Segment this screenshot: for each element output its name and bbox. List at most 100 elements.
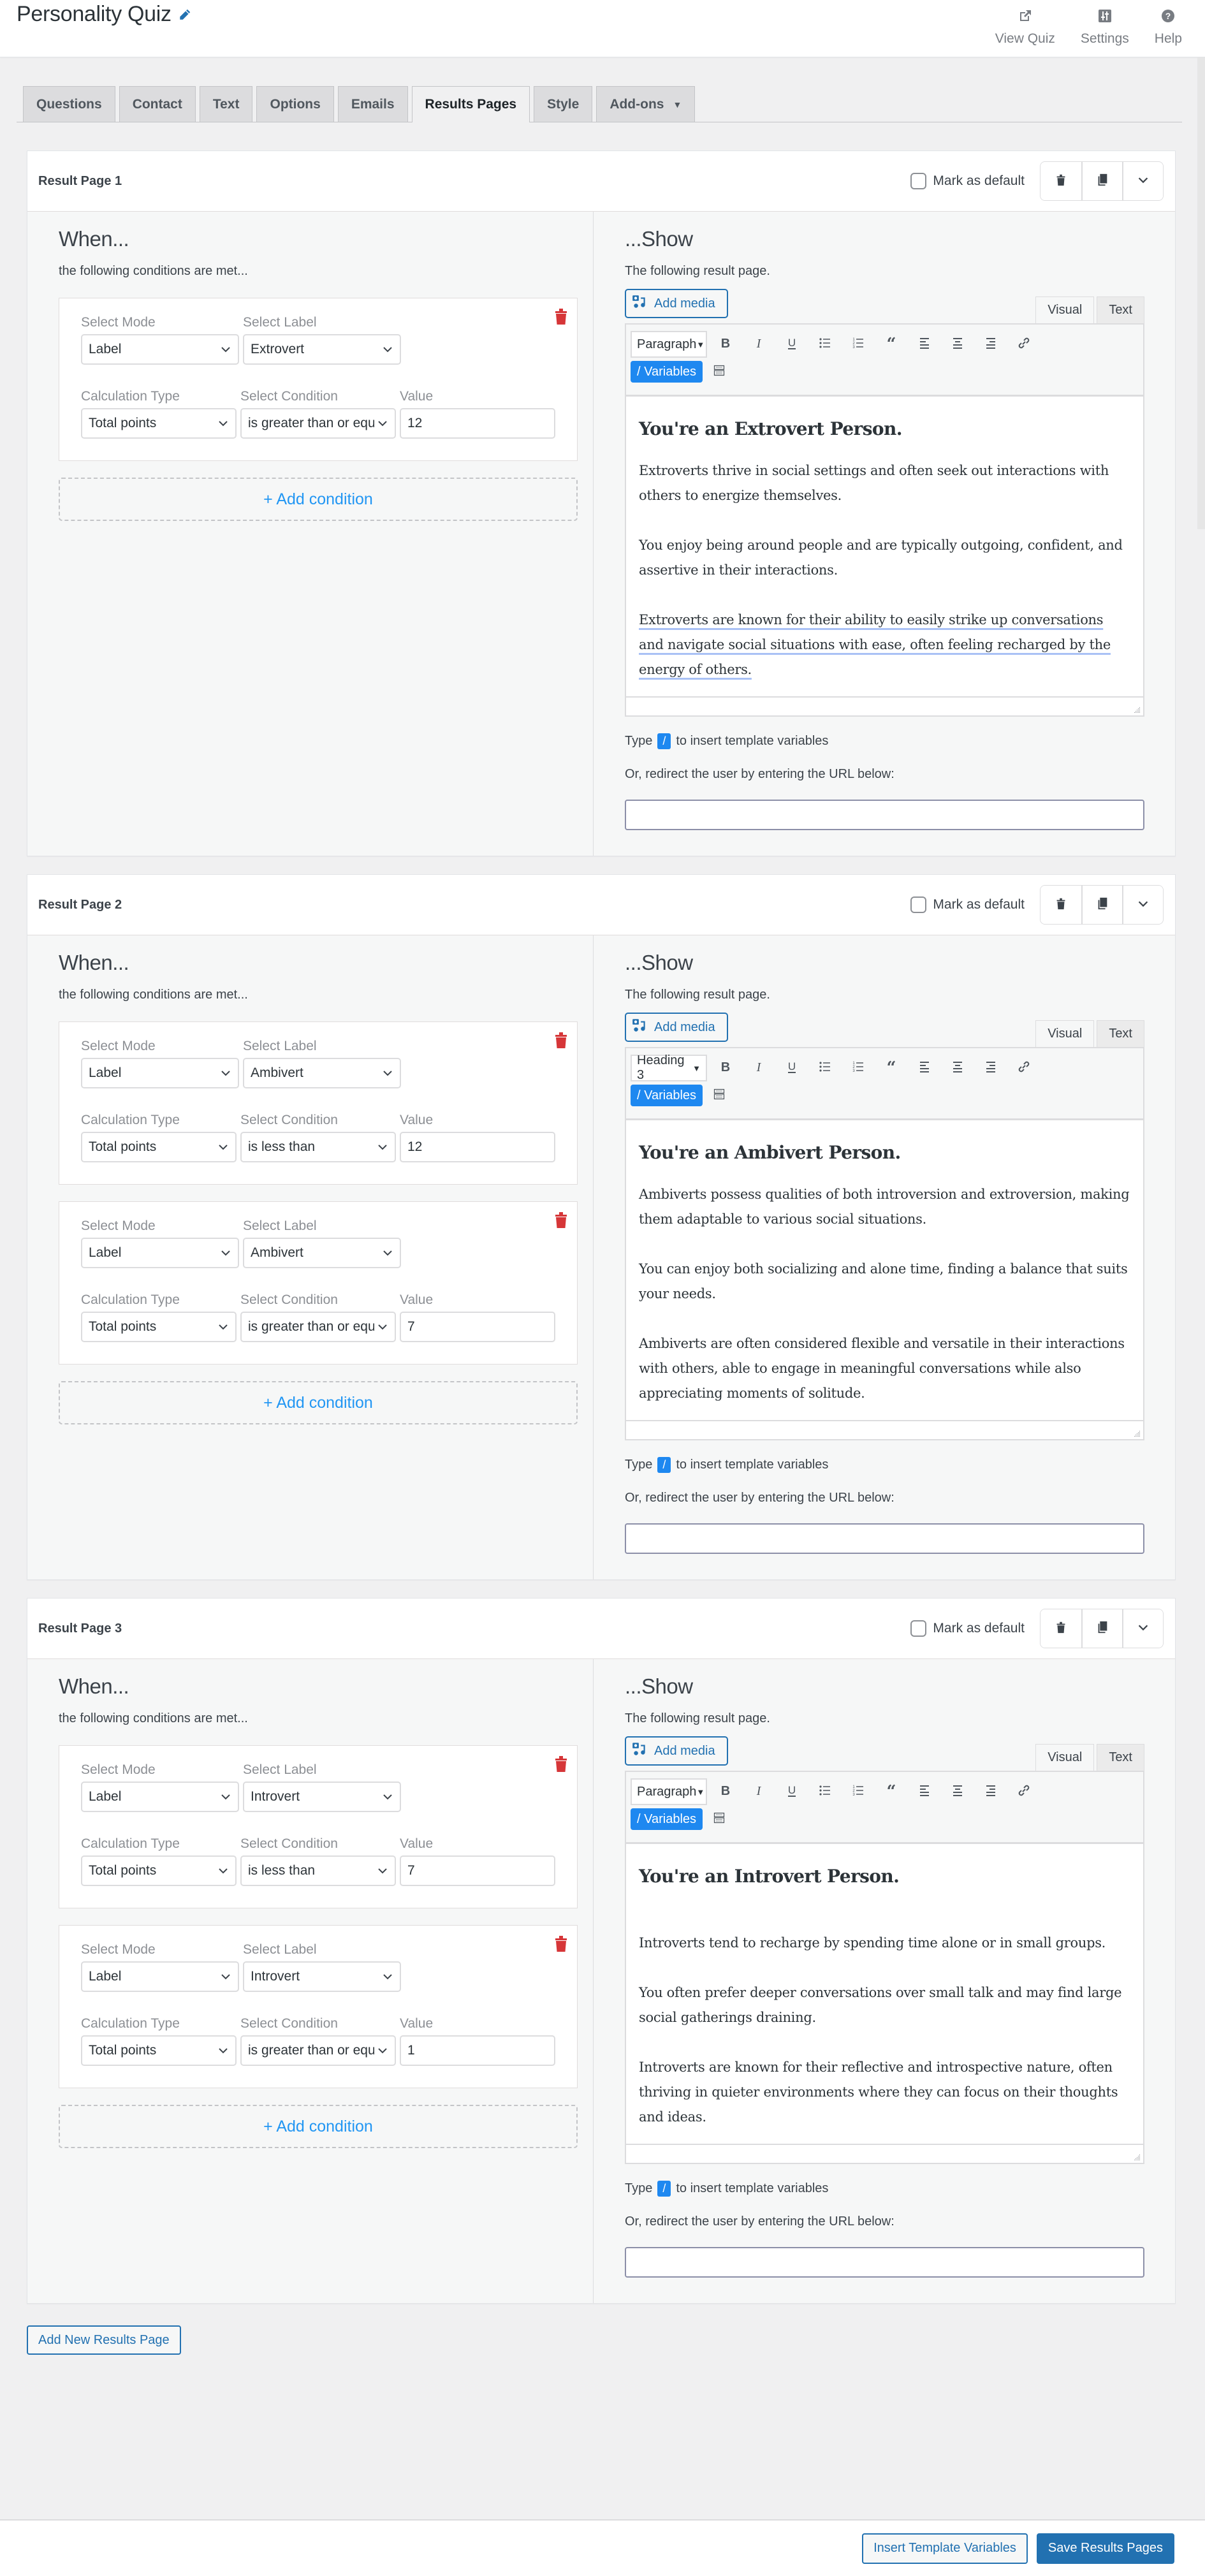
- select-mode-dropdown[interactable]: Label: [81, 1961, 239, 1992]
- link-button[interactable]: [1009, 331, 1039, 358]
- add-media-button[interactable]: Add media: [625, 1736, 728, 1766]
- align-center-button[interactable]: [943, 1778, 972, 1805]
- mark-default-toggle[interactable]: Mark as default: [910, 896, 1025, 913]
- italic-button[interactable]: I: [744, 331, 773, 358]
- blockquote-button[interactable]: “: [877, 1055, 906, 1081]
- pencil-icon[interactable]: [178, 8, 192, 22]
- add-condition-button[interactable]: + Add condition: [59, 1381, 578, 1424]
- value-input[interactable]: 1: [400, 2035, 555, 2066]
- link-button[interactable]: [1009, 1055, 1039, 1081]
- editor-content[interactable]: You're an Ambivert Person. Ambiverts pos…: [626, 1120, 1143, 1420]
- align-left-button[interactable]: [910, 1778, 939, 1805]
- underline-button[interactable]: U: [777, 1055, 807, 1081]
- format-select[interactable]: Paragraph ▼: [631, 1778, 707, 1805]
- collapse-page-button[interactable]: [1122, 1609, 1163, 1648]
- editor-content[interactable]: You're an Extrovert Person. Extroverts t…: [626, 397, 1143, 696]
- delete-page-button[interactable]: [1041, 1609, 1081, 1648]
- select-mode-dropdown[interactable]: Label: [81, 1782, 239, 1812]
- tab-options[interactable]: Options: [256, 86, 334, 122]
- italic-button[interactable]: I: [744, 1778, 773, 1805]
- select-label-dropdown[interactable]: Ambivert: [243, 1238, 401, 1268]
- bold-button[interactable]: B: [711, 1055, 740, 1081]
- toolbar-toggle-button[interactable]: [706, 1808, 732, 1831]
- text-tab[interactable]: Text: [1097, 1020, 1144, 1047]
- numbered-list-button[interactable]: 123: [844, 1778, 873, 1805]
- collapse-page-button[interactable]: [1122, 886, 1163, 924]
- add-new-results-page-button[interactable]: Add New Results Page: [27, 2325, 181, 2355]
- editor-content[interactable]: You're an Introvert Person. Introverts t…: [626, 1844, 1143, 2144]
- scrollbar[interactable]: [1197, 57, 1205, 529]
- blockquote-button[interactable]: “: [877, 1778, 906, 1805]
- add-media-button[interactable]: Add media: [625, 1013, 728, 1042]
- bullet-list-button[interactable]: [810, 331, 840, 358]
- tab-questions[interactable]: Questions: [23, 86, 115, 122]
- toolbar-toggle-button[interactable]: [706, 1084, 732, 1107]
- underline-button[interactable]: U: [777, 1778, 807, 1805]
- visual-tab[interactable]: Visual: [1035, 1744, 1095, 1771]
- mark-default-checkbox[interactable]: [910, 896, 927, 913]
- select-condition-dropdown[interactable]: is less than: [240, 1855, 396, 1886]
- save-results-pages-button[interactable]: Save Results Pages: [1036, 2533, 1174, 2564]
- mark-default-toggle[interactable]: Mark as default: [910, 173, 1025, 189]
- redirect-url-input[interactable]: [625, 2247, 1144, 2278]
- tab-results-pages[interactable]: Results Pages: [411, 86, 530, 122]
- align-right-button[interactable]: [976, 1778, 1005, 1805]
- visual-tab[interactable]: Visual: [1035, 1020, 1095, 1047]
- delete-page-button[interactable]: [1041, 886, 1081, 924]
- insert-template-variables-button[interactable]: Insert Template Variables: [862, 2533, 1028, 2564]
- select-condition-dropdown[interactable]: is less than: [240, 1132, 396, 1162]
- align-right-button[interactable]: [976, 1055, 1005, 1081]
- select-label-dropdown[interactable]: Introvert: [243, 1782, 401, 1812]
- calc-type-dropdown[interactable]: Total points: [81, 1132, 237, 1162]
- italic-button[interactable]: I: [744, 1055, 773, 1081]
- mark-default-checkbox[interactable]: [910, 1620, 927, 1637]
- link-button[interactable]: [1009, 1778, 1039, 1805]
- numbered-list-button[interactable]: 123: [844, 1055, 873, 1081]
- view-quiz-button[interactable]: View Quiz: [995, 8, 1055, 47]
- text-tab[interactable]: Text: [1097, 296, 1144, 323]
- variables-button[interactable]: / Variables: [631, 1085, 703, 1106]
- format-select[interactable]: Paragraph ▼: [631, 331, 707, 358]
- bold-button[interactable]: B: [711, 331, 740, 358]
- select-label-dropdown[interactable]: Extrovert: [243, 334, 401, 365]
- select-mode-dropdown[interactable]: Label: [81, 1238, 239, 1268]
- align-center-button[interactable]: [943, 331, 972, 358]
- variables-button[interactable]: / Variables: [631, 361, 703, 383]
- help-button[interactable]: ? Help: [1155, 8, 1182, 47]
- align-left-button[interactable]: [910, 331, 939, 358]
- bullet-list-button[interactable]: [810, 1778, 840, 1805]
- calc-type-dropdown[interactable]: Total points: [81, 1855, 237, 1886]
- calc-type-dropdown[interactable]: Total points: [81, 408, 237, 439]
- underline-button[interactable]: U: [777, 331, 807, 358]
- select-condition-dropdown[interactable]: is greater than or equal to: [240, 408, 396, 439]
- select-condition-dropdown[interactable]: is greater than or equal to: [240, 1312, 396, 1342]
- align-center-button[interactable]: [943, 1055, 972, 1081]
- duplicate-page-button[interactable]: [1081, 886, 1122, 924]
- add-condition-button[interactable]: + Add condition: [59, 2105, 578, 2148]
- tab-text[interactable]: Text: [199, 86, 253, 122]
- select-mode-dropdown[interactable]: Label: [81, 1058, 239, 1088]
- numbered-list-button[interactable]: 123: [844, 331, 873, 358]
- value-input[interactable]: 7: [400, 1855, 555, 1886]
- visual-tab[interactable]: Visual: [1035, 296, 1095, 323]
- collapse-page-button[interactable]: [1122, 162, 1163, 200]
- resize-handle-icon[interactable]: [1133, 2153, 1141, 2160]
- format-select[interactable]: Heading 3 ▼: [631, 1053, 707, 1082]
- add-condition-button[interactable]: + Add condition: [59, 478, 578, 521]
- select-condition-dropdown[interactable]: is greater than or equal to: [240, 2035, 396, 2066]
- resize-handle-icon[interactable]: [1133, 1429, 1141, 1437]
- tab-add-ons[interactable]: Add-ons ▼: [596, 86, 696, 122]
- value-input[interactable]: 12: [400, 408, 555, 439]
- calc-type-dropdown[interactable]: Total points: [81, 1312, 237, 1342]
- value-input[interactable]: 7: [400, 1312, 555, 1342]
- value-input[interactable]: 12: [400, 1132, 555, 1162]
- tab-style[interactable]: Style: [534, 86, 593, 122]
- select-mode-dropdown[interactable]: Label: [81, 334, 239, 365]
- select-label-dropdown[interactable]: Ambivert: [243, 1058, 401, 1088]
- duplicate-page-button[interactable]: [1081, 162, 1122, 200]
- calc-type-dropdown[interactable]: Total points: [81, 2035, 237, 2066]
- align-left-button[interactable]: [910, 1055, 939, 1081]
- tab-emails[interactable]: Emails: [337, 86, 408, 122]
- text-tab[interactable]: Text: [1097, 1744, 1144, 1771]
- mark-default-toggle[interactable]: Mark as default: [910, 1620, 1025, 1637]
